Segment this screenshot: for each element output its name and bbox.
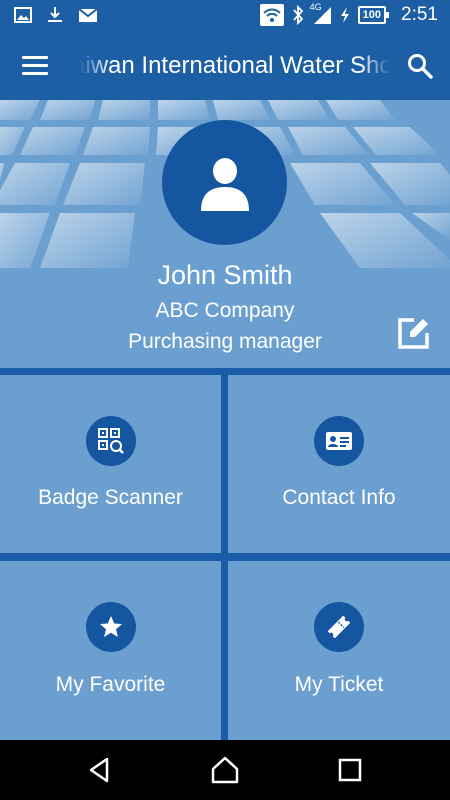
system-icons: 4G 100 2:51 xyxy=(259,2,438,26)
battery-level: 100 xyxy=(357,6,387,24)
person-icon xyxy=(200,157,249,211)
charging-icon xyxy=(340,6,350,24)
app-bar: Taiwan International Water Show xyxy=(0,32,450,100)
ticket-icon xyxy=(314,602,364,652)
tile-label: Contact Info xyxy=(282,486,396,509)
status-clock: 2:51 xyxy=(401,4,438,25)
status-bar: 4G 100 2:51 xyxy=(0,0,450,32)
tile-contact-info[interactable]: Contact Info xyxy=(228,375,450,553)
qr-scan-icon xyxy=(85,416,136,466)
battery-indicator: 100 xyxy=(357,6,390,24)
system-nav-bar xyxy=(0,740,450,800)
bluetooth-icon xyxy=(292,5,304,25)
contact-card-icon xyxy=(314,416,364,466)
tile-my-ticket[interactable]: My Ticket xyxy=(228,561,450,740)
notification-icons xyxy=(14,6,98,24)
image-icon xyxy=(14,6,32,24)
app-title-container: Taiwan International Water Show xyxy=(80,32,390,100)
hamburger-menu-icon[interactable] xyxy=(18,50,52,82)
battery-tip xyxy=(386,12,390,18)
tile-badge-scanner[interactable]: Badge Scanner xyxy=(0,375,221,553)
profile-header: John Smith ABC Company Purchasing manage… xyxy=(0,100,450,368)
back-triangle-icon[interactable] xyxy=(85,755,115,785)
avatar[interactable] xyxy=(162,120,287,245)
user-title: Purchasing manager xyxy=(128,330,322,353)
tile-label: My Ticket xyxy=(294,673,384,696)
tile-label: My Favorite xyxy=(55,673,166,696)
mail-icon xyxy=(78,6,98,24)
network-type-label: 4G xyxy=(309,2,322,12)
edit-icon[interactable] xyxy=(396,315,432,351)
home-icon[interactable] xyxy=(210,755,240,785)
title-fade-left xyxy=(80,32,110,100)
search-icon[interactable] xyxy=(406,52,434,80)
app-title: Taiwan International Water Show xyxy=(80,52,390,79)
tile-my-favorite[interactable]: My Favorite xyxy=(0,561,221,740)
user-name: John Smith xyxy=(157,260,293,290)
tile-label: Badge Scanner xyxy=(38,486,183,509)
user-company: ABC Company xyxy=(155,299,295,322)
signal-icon: 4G xyxy=(309,2,332,25)
recent-apps-icon[interactable] xyxy=(335,755,365,785)
wifi-icon xyxy=(259,4,284,26)
title-fade-right xyxy=(360,32,390,100)
download-icon xyxy=(46,6,64,24)
star-icon xyxy=(85,602,136,652)
